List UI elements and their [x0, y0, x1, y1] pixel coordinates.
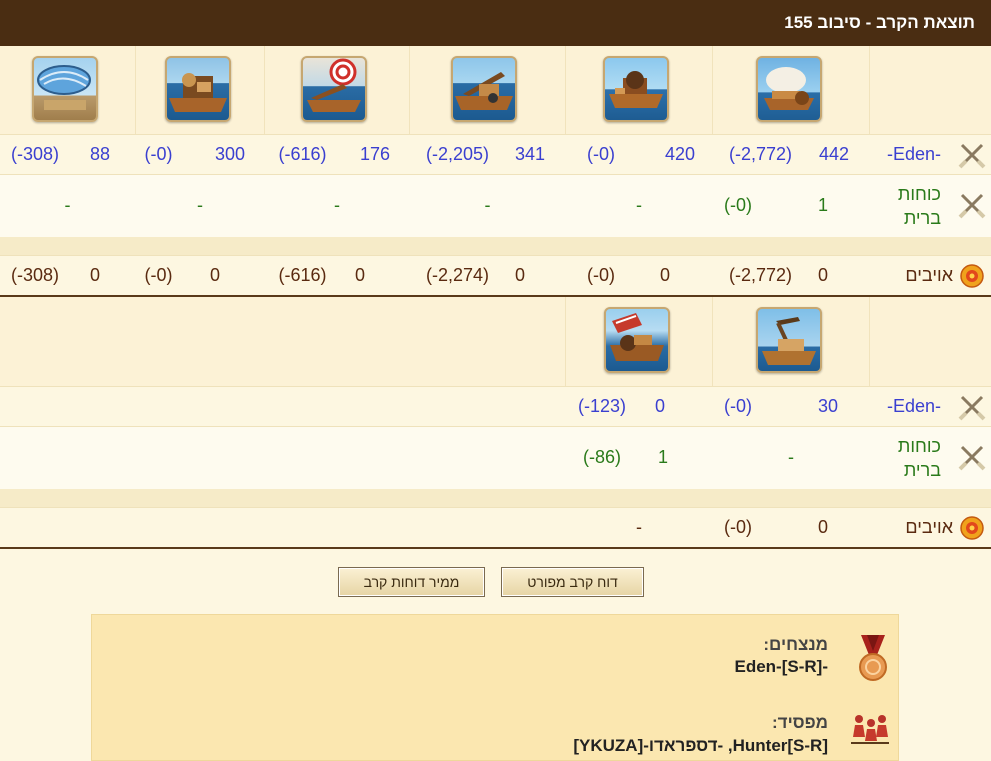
- enemy-loss: (-0): [587, 265, 615, 285]
- attacker-label[interactable]: -Eden-: [887, 144, 941, 165]
- enemy-loss: (-308): [10, 265, 59, 285]
- unit-loss: (-2,205): [425, 144, 490, 164]
- winners-title: מנצחים:: [763, 635, 828, 654]
- battle-title: תוצאת הקרב - סיבוב 155: [784, 13, 975, 32]
- unit-count: 420: [664, 144, 696, 164]
- unit-loss: (-308): [10, 144, 59, 164]
- enemy-target-icon: [960, 264, 984, 293]
- winners-value: -Eden-[S-R]: [734, 657, 829, 676]
- enemy-loss: (-0): [144, 265, 173, 285]
- unit-loss: (-0): [724, 396, 752, 416]
- ally-value: -: [334, 195, 340, 215]
- unit-count: 0: [654, 396, 665, 416]
- unit-count: 300: [214, 144, 246, 164]
- crossed-swords-icon: [958, 443, 986, 476]
- crossed-swords-icon: [958, 393, 986, 426]
- unit-loss: (-0): [587, 144, 615, 164]
- unit-images-row-2: [0, 297, 991, 386]
- enemy-label: אויבים: [905, 517, 953, 537]
- crossed-swords-icon: [958, 191, 986, 224]
- enemy-row-2: אויבים 0 (-0) -: [0, 507, 991, 548]
- unit-count: 88: [89, 144, 111, 164]
- mortar-ship-icon[interactable]: [603, 56, 669, 122]
- ally-row: כוחות ברית 1 (-0) - - - - -: [0, 174, 991, 237]
- loser-value: Hunter[S-R], -דספראדו-[YKUZA]: [573, 736, 828, 755]
- ally-row-2: כוחות ברית - 1 (-86): [0, 426, 991, 489]
- row-separator: [0, 489, 991, 507]
- enemy-label: אויבים: [905, 265, 953, 285]
- crossed-swords-icon: [958, 141, 986, 174]
- defeated-soldiers-icon: [849, 713, 891, 750]
- battle-title-bar: תוצאת הקרב - סיבוב 155: [0, 0, 991, 46]
- unit-count: 341: [514, 144, 546, 164]
- crane-ship-icon[interactable]: [756, 307, 822, 373]
- loser-title: מפסיד:: [772, 713, 828, 732]
- unit-count: 176: [359, 144, 391, 164]
- enemy-loss: (-2,274): [425, 265, 490, 285]
- row-separator: [0, 237, 991, 255]
- enemy-value: -: [636, 517, 642, 537]
- enemy-count: 0: [209, 265, 220, 285]
- fire-ship-icon[interactable]: [301, 56, 367, 122]
- enemy-target-icon: [960, 516, 984, 545]
- unit-images-row: [0, 46, 991, 134]
- ally-loss: (-0): [724, 195, 752, 215]
- enemy-loss: (-616): [278, 265, 327, 285]
- ally-label-line2: ברית: [903, 460, 941, 480]
- enemy-count: 0: [514, 265, 525, 285]
- ally-label-line2: ברית: [903, 208, 941, 228]
- enemy-loss: (-2,772): [728, 265, 793, 285]
- unit-loss: (-0): [144, 144, 173, 164]
- catapult-ship-icon[interactable]: [451, 56, 517, 122]
- enemy-count: 0: [659, 265, 670, 285]
- ally-value: -: [788, 447, 794, 467]
- enemy-count: 0: [817, 517, 828, 537]
- unit-count: 442: [818, 144, 850, 164]
- ally-count: 1: [657, 447, 668, 467]
- medal-icon: [857, 633, 889, 690]
- ally-loss: (-86): [582, 447, 621, 467]
- ballista-ship-icon[interactable]: [165, 56, 231, 122]
- section-divider: [0, 547, 991, 549]
- ally-value: -: [64, 195, 71, 215]
- unit-loss: (-2,772): [728, 144, 793, 164]
- enemy-count: 0: [89, 265, 100, 285]
- ally-value: -: [197, 195, 203, 215]
- tender-ship-icon[interactable]: [604, 307, 670, 373]
- ally-label-line1: כוחות: [897, 184, 941, 204]
- unit-loss: (-123): [577, 396, 626, 416]
- enemy-count: 0: [817, 265, 828, 285]
- ally-label: כוחות ברית: [898, 434, 941, 482]
- unit-loss: (-616): [278, 144, 327, 164]
- balloon-carrier-icon[interactable]: [32, 56, 98, 122]
- ally-label-line1: כוחות: [897, 436, 941, 456]
- attacker-row-2: -Eden- 30 (-0) 0 (-123): [0, 386, 991, 427]
- paddle-steamer-icon[interactable]: [756, 56, 822, 122]
- ally-value: -: [484, 195, 491, 215]
- enemy-loss: (-0): [724, 517, 752, 537]
- detailed-report-button[interactable]: דוח קרב מפורט: [501, 567, 644, 597]
- attacker-row: -Eden- 442 (-2,772) 420 (-0) 341 (-2,205…: [0, 134, 991, 175]
- attacker-label[interactable]: -Eden-: [887, 396, 941, 417]
- ally-label: כוחות ברית: [898, 182, 941, 230]
- unit-count: 30: [817, 396, 839, 416]
- convert-reports-button[interactable]: ממיר דוחות קרב: [338, 567, 485, 597]
- enemy-row: אויבים 0 (-2,772) 0 (-0) 0 (-2,274) 0 (-…: [0, 255, 991, 296]
- enemy-count: 0: [354, 265, 365, 285]
- battle-result-panel: מנצחים: -Eden-[S-R] מפסיד: Hunter[S-R], …: [91, 614, 899, 761]
- ally-count: 1: [817, 195, 828, 215]
- ally-value: -: [636, 195, 642, 215]
